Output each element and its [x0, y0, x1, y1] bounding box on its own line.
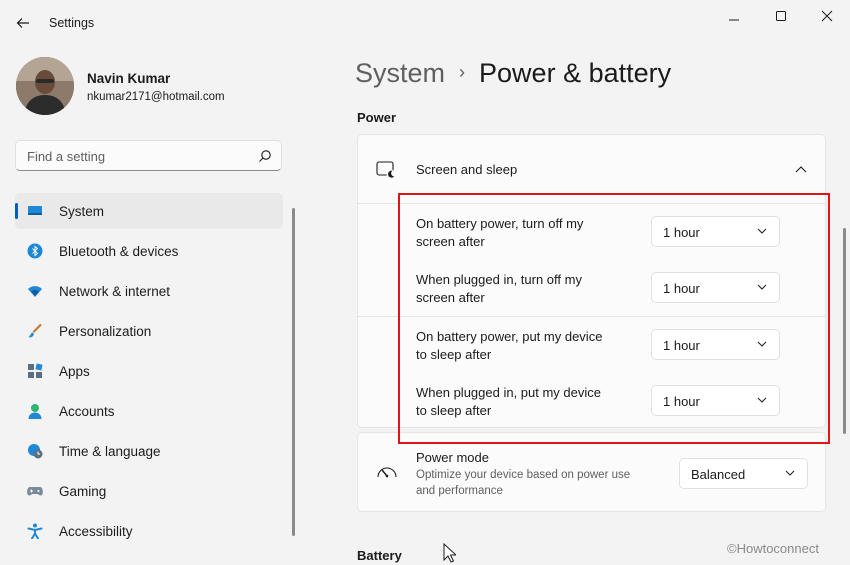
sidebar-item-time-language[interactable]: Time & language [15, 433, 283, 469]
gamepad-icon [27, 487, 43, 496]
content-scrollbar[interactable] [843, 228, 846, 434]
sidebar-item-bluetooth[interactable]: Bluetooth & devices [15, 233, 283, 269]
screen-sleep-icon [376, 161, 396, 179]
back-arrow-icon [16, 18, 29, 28]
power-mode-desc-line: and performance [416, 485, 503, 497]
power-mode-description: Optimize your device based on power use a… [416, 467, 630, 499]
close-button[interactable] [809, 4, 845, 28]
maximize-button[interactable] [763, 4, 799, 28]
search-icon [259, 150, 271, 162]
sidebar-item-apps[interactable]: Apps [15, 353, 283, 389]
sidebar-nav: System Bluetooth & devices Network & int… [15, 193, 283, 553]
breadcrumb-separator: › [459, 62, 466, 82]
power-mode-title: Power mode [416, 450, 489, 465]
bluetooth-icon [27, 243, 43, 259]
chevron-down-icon [785, 470, 795, 476]
sidebar-item-personalization[interactable]: Personalization [15, 313, 283, 349]
maximize-icon [776, 11, 786, 21]
power-mode-dropdown[interactable]: Balanced [679, 458, 808, 489]
highlight-annotation-box [398, 193, 830, 444]
app-title: Settings [49, 16, 95, 30]
chevron-up-icon [795, 166, 807, 173]
sidebar-item-label: Bluetooth & devices [59, 243, 179, 259]
power-mode-gauge-icon [377, 467, 397, 478]
globe-clock-icon [28, 444, 43, 459]
sidebar-item-accessibility[interactable]: Accessibility [15, 513, 283, 549]
sidebar-item-label: Gaming [59, 483, 107, 499]
close-icon [821, 10, 833, 22]
watermark: ©Howtoconnect [727, 541, 819, 556]
sidebar-item-label: System [59, 203, 105, 219]
sidebar-scrollbar[interactable] [292, 208, 295, 536]
breadcrumb-parent[interactable]: System [355, 58, 445, 88]
sidebar-item-network[interactable]: Network & internet [15, 273, 283, 309]
back-button[interactable] [10, 10, 36, 36]
person-icon [28, 404, 42, 419]
sidebar-item-label: Apps [59, 363, 90, 379]
minimize-icon [729, 19, 739, 21]
sidebar-item-label: Accounts [59, 403, 115, 419]
sidebar-item-label: Network & internet [59, 283, 171, 299]
user-photo-icon [16, 57, 74, 115]
power-section-title: Power [357, 110, 397, 125]
battery-section-title: Battery [357, 548, 402, 563]
mouse-cursor-icon [443, 543, 456, 563]
dropdown-value: Balanced [691, 467, 746, 482]
breadcrumb: System › Power & battery [355, 58, 671, 89]
power-mode-card: Power mode Optimize your device based on… [357, 432, 826, 512]
sidebar-item-label: Accessibility [59, 523, 133, 539]
title-bar: Settings [0, 0, 850, 46]
brush-icon [28, 323, 42, 338]
system-icon [28, 206, 42, 215]
sidebar-item-label: Time & language [59, 443, 161, 459]
user-email: nkumar2171@hotmail.com [87, 91, 225, 103]
search-input[interactable]: Find a setting [15, 140, 282, 171]
wifi-icon [28, 286, 42, 297]
user-name: Navin Kumar [87, 71, 171, 86]
search-placeholder: Find a setting [27, 149, 106, 164]
sidebar-item-system[interactable]: System [15, 193, 283, 229]
avatar[interactable] [16, 57, 74, 115]
sidebar-item-accounts[interactable]: Accounts [15, 393, 283, 429]
screen-sleep-title: Screen and sleep [416, 162, 518, 177]
accessibility-icon [27, 523, 43, 539]
sidebar-item-label: Personalization [59, 323, 152, 339]
apps-icon [28, 363, 43, 378]
power-mode-desc-line: Optimize your device based on power use [416, 469, 631, 481]
sidebar-item-gaming[interactable]: Gaming [15, 473, 283, 509]
minimize-button[interactable] [716, 4, 752, 28]
page-title: Power & battery [479, 58, 672, 88]
